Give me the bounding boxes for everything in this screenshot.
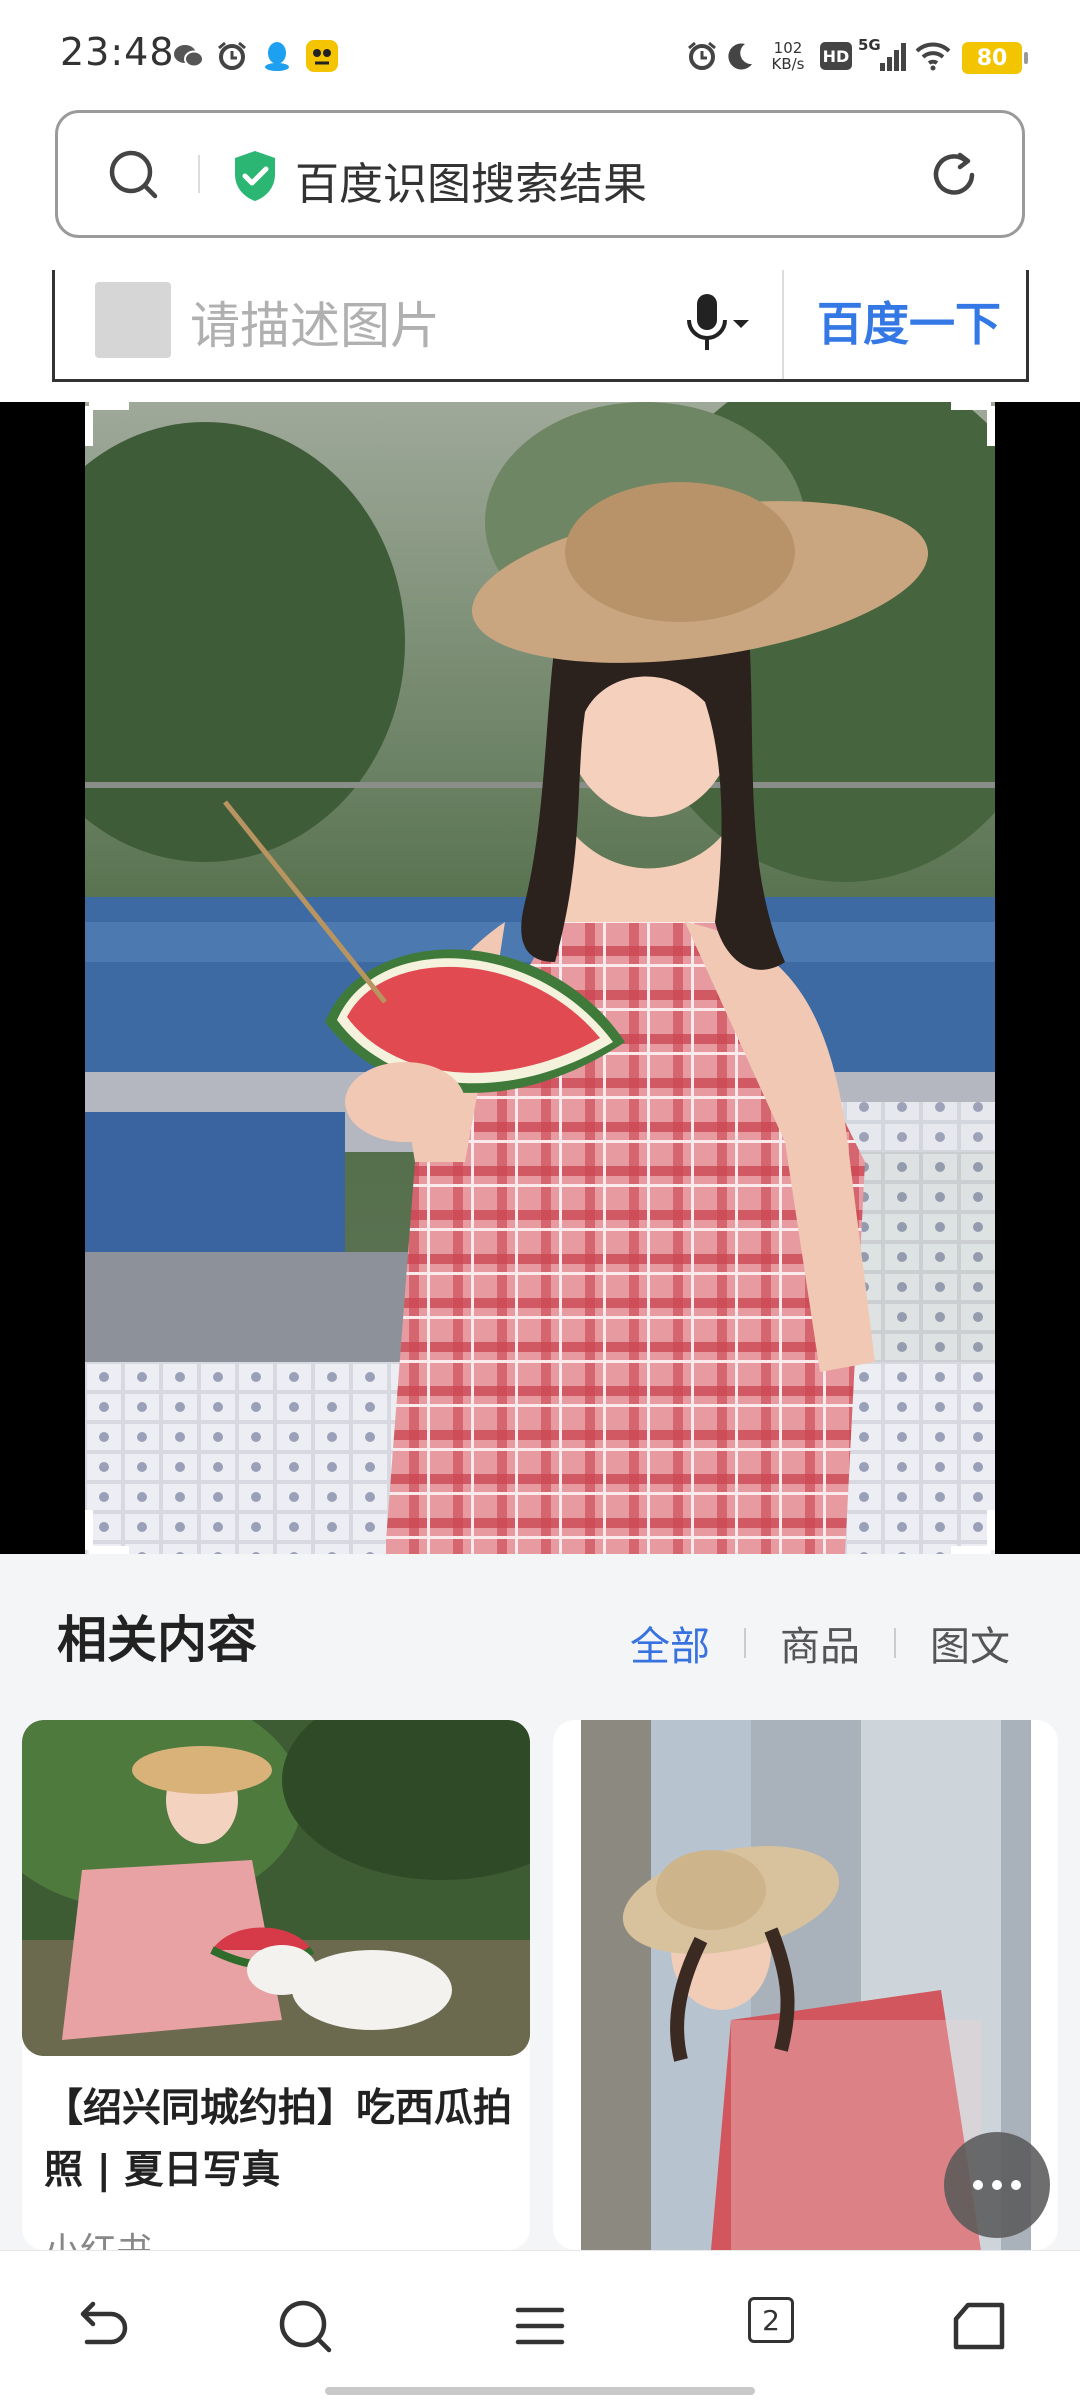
net-speed: 102 KB/s — [766, 40, 810, 72]
hd-label: HD — [820, 42, 852, 70]
tab-count: 2 — [748, 2297, 794, 2343]
describe-image-input[interactable]: 请描述图片 — [190, 286, 440, 358]
filter-products[interactable]: 商品 — [780, 1614, 860, 1672]
related-card-image[interactable] — [22, 1720, 530, 2056]
query-image-area — [0, 402, 1080, 1554]
tabs-icon[interactable]: 2 — [742, 2291, 812, 2361]
related-card-title[interactable]: 【绍兴同城约拍】吃西瓜拍照 | 夏日写真 — [44, 2078, 524, 2202]
network-label: 5G — [858, 36, 881, 54]
address-title: 百度识图搜索结果 — [295, 159, 647, 210]
related-card[interactable]: 【绍兴同城约拍】吃西瓜拍照 | 夏日写真 小红书 — [22, 1720, 530, 2250]
filter-divider — [744, 1628, 746, 1658]
status-time: 23:48 — [60, 30, 175, 74]
net-speed-unit: KB/s — [771, 55, 805, 73]
battery-icon: 80 — [962, 42, 1028, 74]
address-divider — [198, 155, 200, 193]
more-options-button[interactable] — [944, 2132, 1050, 2238]
status-bar: 23:48 102 KB/s HD 5G 80 — [0, 0, 1080, 100]
menu-icon[interactable] — [505, 2291, 575, 2361]
filter-divider — [894, 1628, 896, 1658]
more-dots-icon — [973, 2180, 1021, 2190]
dropdown-arrow-icon — [733, 320, 749, 328]
bottom-navigation: 2 — [0, 2250, 1080, 2400]
refresh-icon[interactable] — [926, 147, 982, 203]
moon-icon — [722, 38, 758, 74]
home-indicator[interactable] — [325, 2387, 755, 2395]
address-bar[interactable]: 百度识图搜索结果 — [55, 110, 1025, 238]
related-card-source: 小红书 — [44, 2222, 152, 2250]
qq-icon — [260, 38, 294, 74]
shield-check-icon — [231, 149, 281, 205]
query-photo[interactable] — [85, 402, 995, 1554]
home-icon[interactable] — [944, 2291, 1014, 2361]
app-icon — [304, 38, 340, 74]
related-title: 相关内容 — [57, 1611, 257, 1669]
wifi-icon — [912, 38, 954, 74]
alarm-icon — [684, 38, 720, 74]
net-speed-value: 102 — [773, 39, 803, 57]
filter-posts[interactable]: 图文 — [930, 1614, 1010, 1672]
search-icon[interactable] — [106, 147, 162, 203]
image-describe-search-bar: 请描述图片 百度一下 — [52, 270, 1029, 382]
related-content-section: 相关内容 全部 商品 图文 【绍兴同城约拍】吃西瓜拍照 | 夏日写真 — [0, 1554, 1080, 2250]
image-thumbnail[interactable] — [95, 282, 171, 358]
signal-icon: 5G — [858, 36, 906, 74]
baidu-search-button[interactable]: 百度一下 — [817, 288, 1001, 354]
wechat-icon — [172, 38, 206, 74]
related-filters: 全部 商品 图文 — [630, 1614, 1010, 1672]
filter-all[interactable]: 全部 — [630, 1614, 710, 1672]
microphone-icon[interactable] — [683, 292, 753, 356]
search-icon[interactable] — [270, 2291, 340, 2361]
search-button-divider — [782, 270, 784, 379]
back-icon[interactable] — [66, 2291, 136, 2361]
alarm-icon — [214, 38, 250, 74]
hd-icon: HD — [818, 38, 854, 74]
